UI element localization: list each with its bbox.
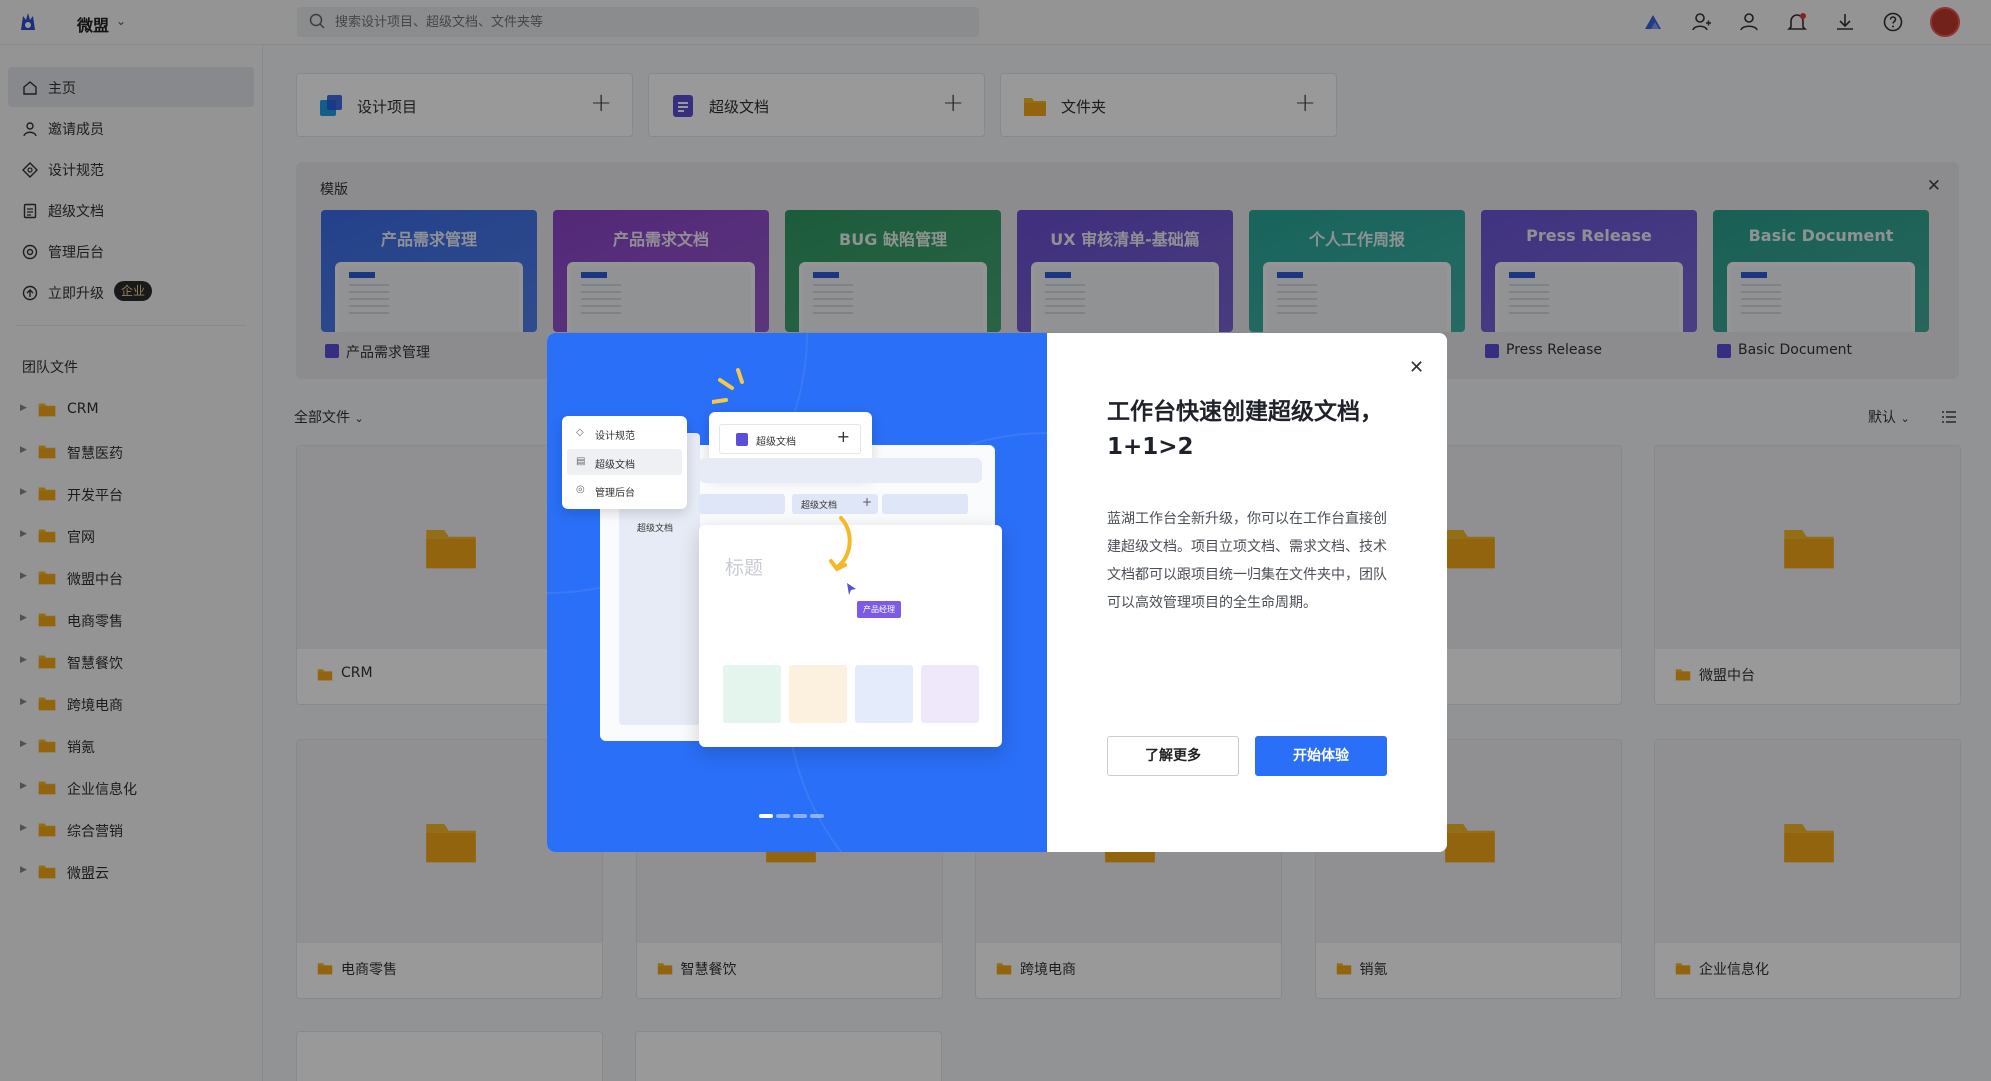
carousel-dot[interactable] [793, 814, 807, 818]
start-button[interactable]: 开始体验 [1255, 736, 1387, 776]
cursor-tag: 产品经理 [857, 601, 901, 618]
diamond-icon: ◇ [576, 427, 584, 438]
gear-icon: ◎ [576, 484, 585, 495]
illustration-tab-label: 超级文档 [801, 501, 838, 511]
illustration-tab [882, 494, 968, 514]
close-icon[interactable]: ✕ [1409, 357, 1424, 378]
illustration-tab-active: 超级文档 + [792, 494, 878, 514]
illustration-card-title: 超级文档 [756, 437, 796, 448]
modal-content: 工作台快速创建超级文档，1+1>2 蓝湖工作台全新升级，你可以在工作台直接创建超… [1047, 333, 1447, 852]
illustration-menu-item: 超级文档 [595, 460, 635, 471]
plus-icon: + [861, 495, 872, 509]
carousel-dot[interactable] [759, 814, 773, 818]
modal-title: 工作台快速创建超级文档，1+1>2 [1107, 399, 1383, 460]
sparkle-icon [712, 368, 744, 404]
illustration-bar [699, 458, 982, 483]
learn-more-button[interactable]: 了解更多 [1107, 736, 1239, 776]
carousel-dot[interactable] [776, 814, 790, 818]
illustration-side-label: 超级文档 [637, 524, 674, 534]
carousel-dots[interactable] [759, 806, 827, 822]
carousel-dot[interactable] [810, 814, 824, 818]
arrow-icon [829, 516, 852, 572]
illustration-menu-item: 设计规范 [595, 431, 635, 442]
illustration-menu-item: 管理后台 [595, 488, 635, 499]
illustration-heading: 标题 [725, 557, 764, 579]
illustration-menu: ◇ 设计规范 ▤ 超级文档 ◎ 管理后台 [562, 416, 687, 509]
plus-icon: + [836, 427, 850, 446]
illustration-tab [699, 494, 785, 514]
feature-modal: 超级文档 ◇ 设计规范 ▤ 超级文档 ◎ 管理后台 超级文档 + 超级文档 + 标题 [547, 333, 1447, 852]
document-icon: ▤ [576, 456, 586, 467]
modal-description: 蓝湖工作台全新升级，你可以在工作台直接创建超级文档。项目立项文档、需求文档、技术… [1107, 511, 1387, 611]
cursor-icon [847, 583, 856, 595]
super-doc-icon [736, 433, 748, 446]
modal-illustration: 超级文档 ◇ 设计规范 ▤ 超级文档 ◎ 管理后台 超级文档 + 超级文档 + 标题 [547, 333, 1047, 852]
